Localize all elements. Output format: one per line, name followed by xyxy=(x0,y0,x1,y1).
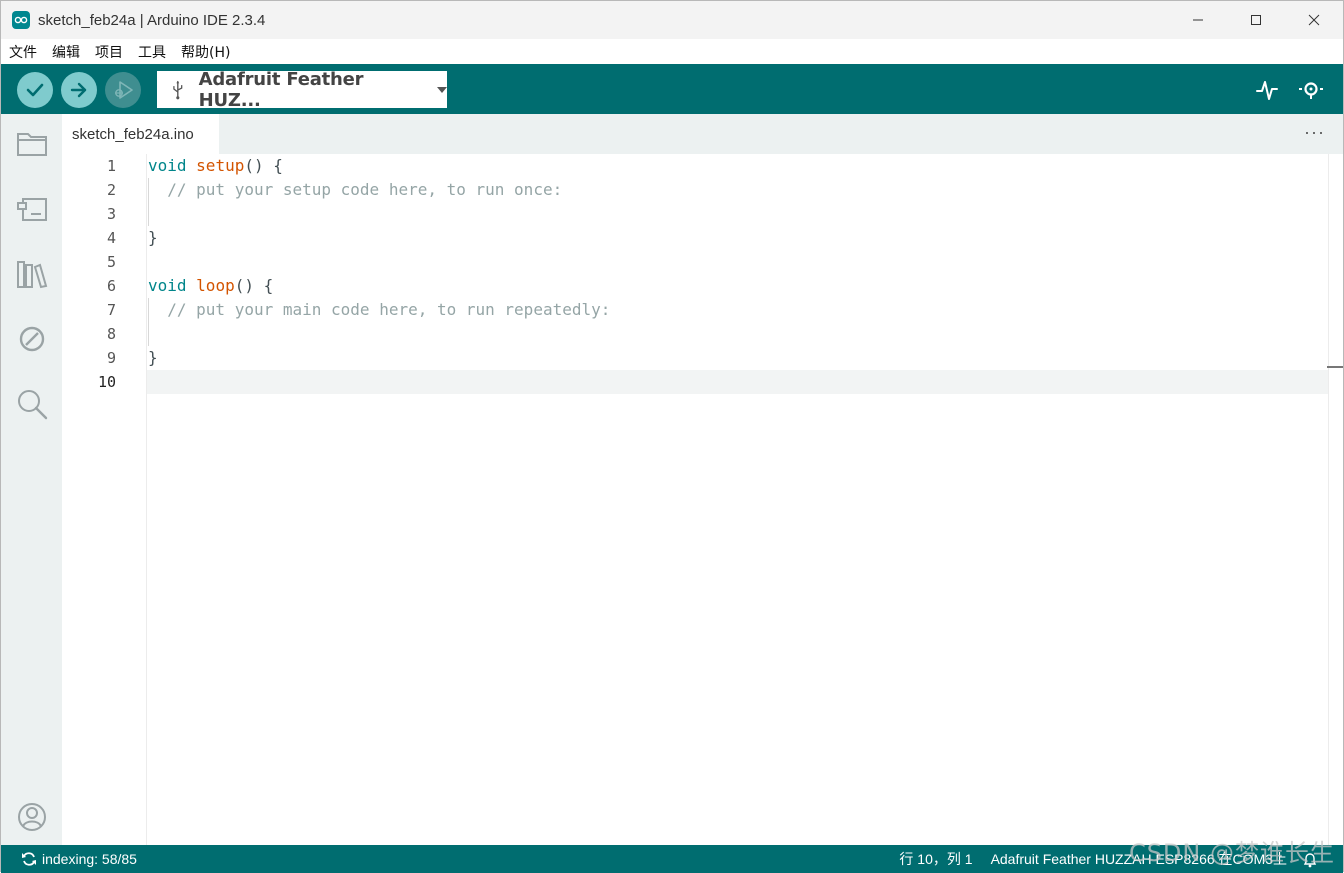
line-number-gutter: 1 2 3 4 5 6 7 8 9 10 xyxy=(62,154,146,845)
menu-help[interactable]: 帮助(H) xyxy=(181,42,230,62)
serial-monitor-button[interactable] xyxy=(1297,76,1325,104)
code-token: void xyxy=(148,156,187,175)
line-number: 6 xyxy=(106,277,116,295)
close-icon[interactable] xyxy=(1285,1,1343,39)
code-line[interactable]: } xyxy=(147,346,1328,370)
line-number: 9 xyxy=(106,349,116,367)
editor-tab-bar: sketch_feb24a.ino ··· xyxy=(62,114,1343,154)
code-area[interactable]: void setup() { // put your setup code he… xyxy=(146,154,1328,845)
upload-button[interactable] xyxy=(61,72,97,108)
line-number: 10 xyxy=(97,373,116,391)
line-number: 8 xyxy=(106,325,116,343)
search-icon[interactable] xyxy=(16,388,48,420)
line-number: 7 xyxy=(106,301,116,319)
tab-label: sketch_feb24a.ino xyxy=(72,125,194,143)
board-name: Adafruit Feather HUZ... xyxy=(198,68,364,111)
cursor-position[interactable]: 行 10，列 1 xyxy=(899,849,972,869)
code-token: // put your setup code here, to run once… xyxy=(148,180,563,199)
serial-plotter-button[interactable] xyxy=(1253,76,1281,104)
magnifier-icon xyxy=(1299,82,1323,99)
tab-sketch-file[interactable]: sketch_feb24a.ino xyxy=(62,114,219,154)
arduino-ide-window: sketch_feb24a | Arduino IDE 2.3.4 文件 编辑 … xyxy=(0,0,1344,873)
code-line[interactable] xyxy=(147,202,1328,226)
code-line[interactable]: void setup() { xyxy=(147,154,1328,178)
debug-disabled-icon[interactable] xyxy=(16,323,48,355)
code-token: () { xyxy=(234,276,274,295)
menu-bar: 文件 编辑 项目 工具 帮助(H) xyxy=(1,39,1343,64)
board-manager-icon[interactable] xyxy=(16,193,48,225)
debug-icon xyxy=(115,81,133,99)
verify-button[interactable] xyxy=(17,72,53,108)
indexing-status: indexing: 58/85 xyxy=(42,851,137,867)
activity-sidebar xyxy=(1,114,62,845)
watermark: CSDN @梦谁长生 xyxy=(1128,839,1335,867)
code-line[interactable] xyxy=(147,370,1328,394)
checkmark-icon xyxy=(26,83,44,97)
menu-tools[interactable]: 工具 xyxy=(138,42,166,62)
chevron-down-icon xyxy=(437,86,447,93)
folder-icon[interactable] xyxy=(16,128,48,160)
code-line[interactable]: void loop() { xyxy=(147,274,1328,298)
line-number: 5 xyxy=(106,253,116,271)
code-token: } xyxy=(148,348,158,367)
code-editor[interactable]: 1 2 3 4 5 6 7 8 9 10 void setup() { // put your s… xyxy=(62,154,1343,845)
code-line[interactable]: } xyxy=(147,226,1328,250)
title-bar: sketch_feb24a | Arduino IDE 2.3.4 xyxy=(1,1,1343,39)
library-icon[interactable] xyxy=(16,258,48,290)
board-selector[interactable]: Adafruit Feather HUZ... xyxy=(157,68,447,111)
scrollbar-cursor-marker xyxy=(1327,366,1343,368)
debug-button[interactable] xyxy=(105,72,141,108)
minimize-icon[interactable] xyxy=(1169,1,1227,39)
arduino-logo-icon xyxy=(12,11,30,29)
line-number: 1 xyxy=(106,157,116,175)
maximize-icon[interactable] xyxy=(1227,1,1285,39)
menu-sketch[interactable]: 项目 xyxy=(95,42,123,62)
line-number: 2 xyxy=(106,181,116,199)
code-line[interactable]: // put your setup code here, to run once… xyxy=(147,178,1328,202)
usb-icon xyxy=(173,80,183,99)
code-token: setup xyxy=(196,156,245,175)
account-icon[interactable] xyxy=(16,801,48,833)
code-token: loop xyxy=(196,276,235,295)
code-line[interactable] xyxy=(147,250,1328,274)
line-number: 4 xyxy=(106,229,116,247)
toolbar: Adafruit Feather HUZ... xyxy=(1,64,1343,114)
code-token: () { xyxy=(244,156,283,175)
code-token: void xyxy=(148,276,187,295)
arrow-right-icon xyxy=(70,82,87,98)
menu-edit[interactable]: 编辑 xyxy=(52,42,80,62)
code-token: // put your main code here, to run repea… xyxy=(148,300,611,319)
line-number: 3 xyxy=(106,205,116,223)
window-title: sketch_feb24a | Arduino IDE 2.3.4 xyxy=(38,11,266,29)
sync-icon xyxy=(22,852,36,866)
menu-file[interactable]: 文件 xyxy=(9,42,37,62)
more-actions-icon[interactable]: ··· xyxy=(1304,122,1325,143)
code-line[interactable] xyxy=(147,322,1328,346)
pulse-icon xyxy=(1256,81,1278,100)
code-token: } xyxy=(148,228,158,247)
vertical-scrollbar[interactable] xyxy=(1328,154,1343,845)
code-line[interactable]: // put your main code here, to run repea… xyxy=(147,298,1328,322)
